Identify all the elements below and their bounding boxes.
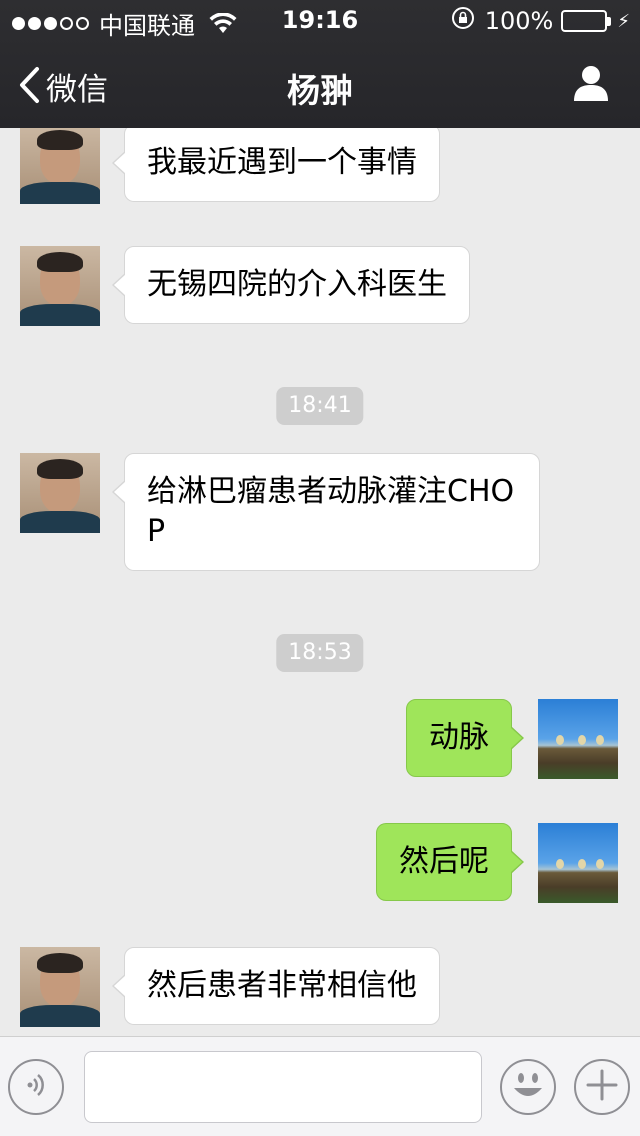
time-divider: 18:41 — [276, 387, 364, 425]
incoming-message-bubble[interactable]: 给淋巴瘤患者动脉灌注CHOP — [112, 453, 540, 571]
emoji-button[interactable] — [500, 1059, 556, 1115]
status-bar: 中国联通 19:16 100% ⚡ — [0, 0, 640, 40]
header: 中国联通 19:16 100% ⚡ 微信 杨翀 — [0, 0, 640, 128]
nav-bar: 微信 杨翀 — [0, 40, 640, 128]
battery-icon — [561, 10, 612, 32]
message-input[interactable] — [84, 1051, 482, 1123]
battery-body — [561, 10, 608, 32]
rotation-lock-icon — [451, 6, 475, 36]
charging-bolt-icon: ⚡ — [617, 10, 630, 32]
voice-input-button[interactable] — [8, 1059, 64, 1115]
chevron-left-icon — [18, 66, 40, 108]
incoming-message-bubble[interactable]: 我最近遇到一个事情 — [112, 128, 440, 202]
person-icon — [572, 66, 610, 106]
contact-avatar[interactable] — [20, 947, 100, 1027]
profile-button[interactable] — [572, 64, 610, 106]
smiley-icon — [505, 1062, 551, 1112]
outgoing-message-bubble[interactable]: 然后呢 — [376, 823, 524, 901]
back-label: 微信 — [46, 72, 108, 108]
battery-tip — [607, 16, 612, 26]
input-bar — [0, 1036, 640, 1136]
contact-avatar[interactable] — [20, 246, 100, 326]
contact-avatar[interactable] — [20, 128, 100, 204]
incoming-message-bubble[interactable]: 无锡四院的介入科医生 — [112, 246, 470, 324]
battery-percent: 100% — [484, 7, 554, 35]
incoming-message-bubble[interactable]: 然后患者非常相信他 — [112, 947, 440, 1025]
outgoing-message-bubble[interactable]: 动脉 — [406, 699, 524, 777]
my-avatar[interactable] — [538, 823, 618, 903]
contact-avatar[interactable] — [20, 453, 100, 533]
time-divider: 18:53 — [276, 634, 364, 672]
voice-icon — [21, 1070, 51, 1104]
status-right: 100% ⚡ — [451, 6, 630, 36]
back-button[interactable]: 微信 — [18, 64, 108, 109]
my-avatar[interactable] — [538, 699, 618, 779]
plus-icon — [585, 1068, 619, 1106]
chat-area[interactable]: 我最近遇到一个事情 无锡四院的介入科医生 18:41 给淋巴瘤患者动脉灌注CHO… — [0, 128, 640, 1036]
more-button[interactable] — [574, 1059, 630, 1115]
